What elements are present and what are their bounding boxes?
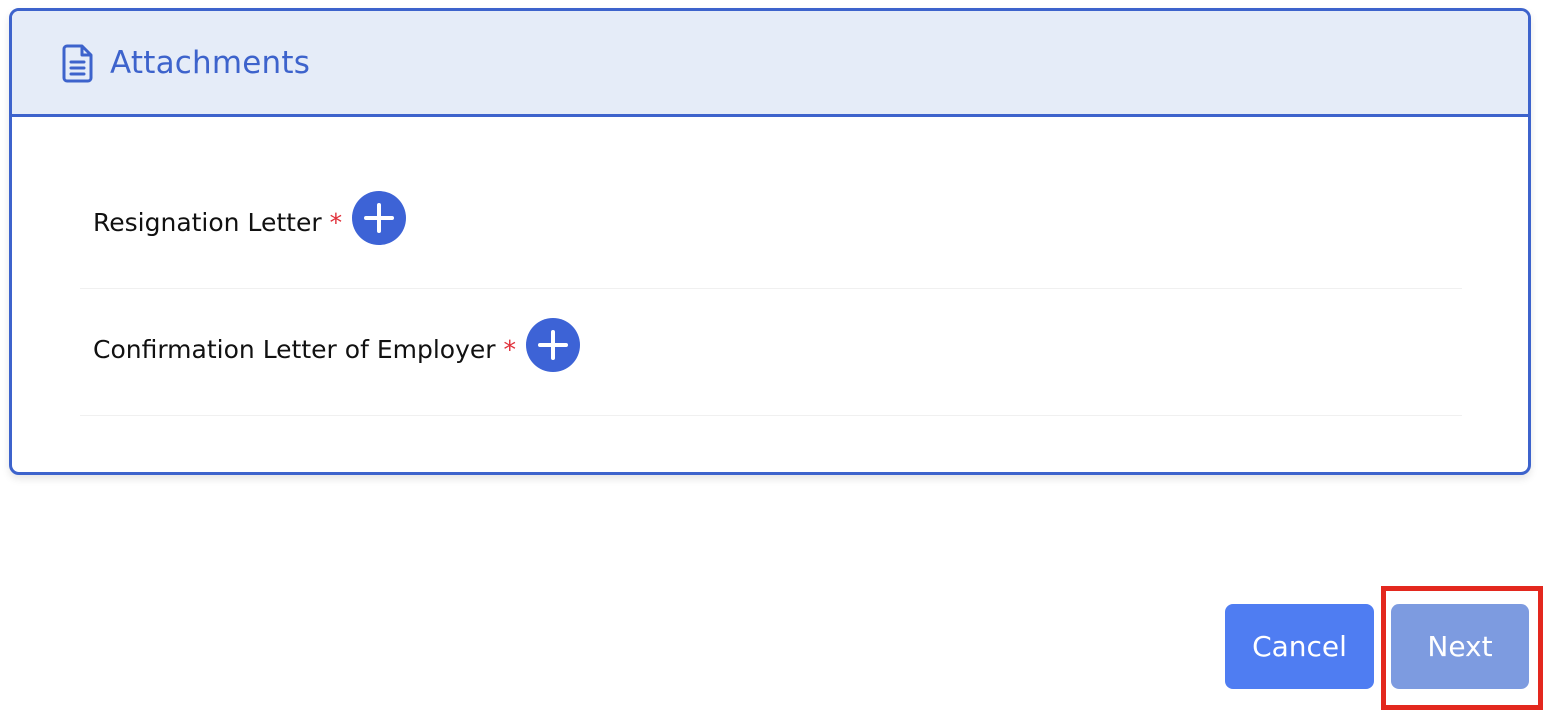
card-title: Attachments [110, 44, 311, 81]
cancel-button[interactable]: Cancel [1225, 604, 1374, 689]
attachment-row-resignation-letter: Resignation Letter * [80, 162, 1462, 289]
card-header: Attachments [12, 11, 1528, 117]
add-confirmation-letter-button[interactable] [526, 318, 581, 372]
attachment-label: Resignation Letter [93, 207, 322, 237]
required-marker: * [503, 334, 517, 364]
attachment-label: Confirmation Letter of Employer [93, 334, 496, 364]
attachment-row-confirmation-letter: Confirmation Letter of Employer * [80, 289, 1462, 416]
attachments-card: Attachments Resignation Letter * Confirm… [9, 8, 1531, 475]
document-icon [60, 43, 96, 83]
required-marker: * [329, 207, 343, 237]
next-button[interactable]: Next [1391, 604, 1529, 689]
add-resignation-letter-button[interactable] [352, 191, 407, 245]
